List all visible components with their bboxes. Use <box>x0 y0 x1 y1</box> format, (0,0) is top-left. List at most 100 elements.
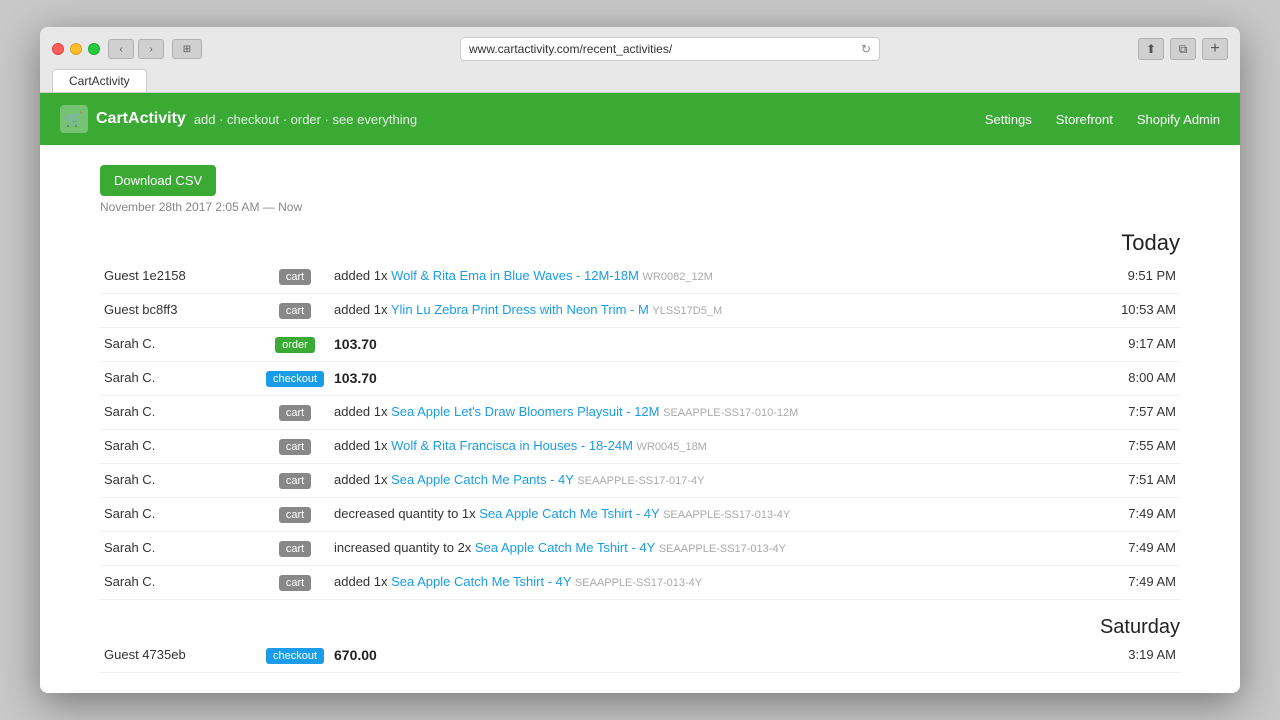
time-cell: 8:00 AM <box>1100 362 1180 396</box>
date-range: November 28th 2017 2:05 AM — Now <box>100 200 1180 214</box>
download-csv-button[interactable]: Download CSV <box>100 165 216 196</box>
time-cell: 7:51 AM <box>1100 464 1180 498</box>
forward-button[interactable]: › <box>138 39 164 59</box>
user-cell[interactable]: Sarah C. <box>100 566 260 600</box>
badge-cell: cart <box>260 566 330 600</box>
amount-value: 670.00 <box>334 647 377 663</box>
activity-badge: cart <box>279 439 311 455</box>
activity-badge: cart <box>279 507 311 523</box>
nav-shopify-admin[interactable]: Shopify Admin <box>1137 112 1220 127</box>
traffic-lights <box>52 43 100 55</box>
nav-storefront[interactable]: Storefront <box>1056 112 1113 127</box>
product-link[interactable]: Sea Apple Catch Me Pants - 4Y <box>391 472 574 487</box>
product-link[interactable]: Sea Apple Catch Me Tshirt - 4Y <box>391 574 571 589</box>
back-button[interactable]: ‹ <box>108 39 134 59</box>
time-cell: 7:55 AM <box>1100 430 1180 464</box>
share-button[interactable]: ⬆ <box>1138 38 1164 60</box>
user-cell[interactable]: Guest 4735eb <box>100 639 260 673</box>
time-cell: 7:49 AM <box>1100 498 1180 532</box>
activity-badge: cart <box>279 473 311 489</box>
product-link[interactable]: Wolf & Rita Francisca in Houses - 18-24M <box>391 438 633 453</box>
url-text: www.cartactivity.com/recent_activities/ <box>469 42 672 56</box>
tab-switcher-button[interactable]: ⊞ <box>172 39 202 59</box>
action-cell: 103.70 <box>330 362 1100 396</box>
table-row: Guest 4735eb checkout 670.00 3:19 AM <box>100 639 1180 673</box>
user-cell[interactable]: Sarah C. <box>100 396 260 430</box>
product-link[interactable]: Sea Apple Let's Draw Bloomers Playsuit -… <box>391 404 659 419</box>
activity-badge: cart <box>279 541 311 557</box>
activity-badge: checkout <box>266 648 324 664</box>
action-cell: added 1x Sea Apple Catch Me Pants - 4Y S… <box>330 464 1100 498</box>
action-text: increased quantity to 2x <box>334 540 475 555</box>
sku-text: SEAAPPLE-SS17-013-4Y <box>575 577 702 589</box>
table-row: Sarah C. cart decreased quantity to 1x Sea… <box>100 498 1180 532</box>
sku-text: SEAAPPLE-SS17-010-12M <box>663 407 798 419</box>
user-cell[interactable]: Sarah C. <box>100 498 260 532</box>
action-cell: increased quantity to 2x Sea Apple Catch… <box>330 532 1100 566</box>
reload-icon[interactable]: ↻ <box>861 42 871 56</box>
activity-badge: cart <box>279 303 311 319</box>
sku-text: SEAAPPLE-SS17-017-4Y <box>577 475 704 487</box>
action-cell: 103.70 <box>330 328 1100 362</box>
user-cell[interactable]: Guest bc8ff3 <box>100 294 260 328</box>
amount-value: 103.70 <box>334 336 377 352</box>
section-header-saturday: Saturday <box>100 608 1180 639</box>
sku-text: YLSS17D5_M <box>652 305 722 317</box>
app-nav: Settings Storefront Shopify Admin <box>985 112 1220 127</box>
action-cell: added 1x Wolf & Rita Francisca in Houses… <box>330 430 1100 464</box>
product-link[interactable]: Sea Apple Catch Me Tshirt - 4Y <box>475 540 655 555</box>
table-row: Sarah C. order 103.70 9:17 AM <box>100 328 1180 362</box>
user-cell[interactable]: Sarah C. <box>100 430 260 464</box>
user-cell[interactable]: Sarah C. <box>100 362 260 396</box>
amount-value: 103.70 <box>334 370 377 386</box>
user-cell[interactable]: Guest 1e2158 <box>100 260 260 294</box>
badge-cell: cart <box>260 260 330 294</box>
table-row: Sarah C. cart added 1x Sea Apple Catch Me … <box>100 566 1180 600</box>
table-row: Guest bc8ff3 cart added 1x Ylin Lu Zebra P… <box>100 294 1180 328</box>
badge-cell: order <box>260 328 330 362</box>
time-cell: 3:19 AM <box>1100 639 1180 673</box>
tab-label: CartActivity <box>69 74 130 88</box>
minimize-button[interactable] <box>70 43 82 55</box>
activity-badge: checkout <box>266 371 324 387</box>
product-link[interactable]: Sea Apple Catch Me Tshirt - 4Y <box>479 506 659 521</box>
nav-settings[interactable]: Settings <box>985 112 1032 127</box>
active-tab[interactable]: CartActivity <box>52 69 147 92</box>
close-button[interactable] <box>52 43 64 55</box>
badge-cell: checkout <box>260 362 330 396</box>
address-bar[interactable]: www.cartactivity.com/recent_activities/ … <box>460 37 880 61</box>
action-text: decreased quantity to 1x <box>334 506 479 521</box>
time-cell: 7:49 AM <box>1100 532 1180 566</box>
user-cell[interactable]: Sarah C. <box>100 532 260 566</box>
action-text: added 1x <box>334 574 391 589</box>
app-tagline: add · checkout · order · see everything <box>194 112 417 127</box>
activity-table-today: Guest 1e2158cartadded 1x Wolf & Rita Ema… <box>100 260 1180 600</box>
app-content: Download CSV November 28th 2017 2:05 AM … <box>40 145 1240 693</box>
sku-text: SEAAPPLE-SS17-013-4Y <box>663 509 790 521</box>
product-link[interactable]: Wolf & Rita Ema in Blue Waves - 12M-18M <box>391 268 639 283</box>
action-text: added 1x <box>334 302 391 317</box>
user-cell[interactable]: Sarah C. <box>100 328 260 362</box>
add-tab-button[interactable]: + <box>1202 38 1228 60</box>
time-cell: 7:57 AM <box>1100 396 1180 430</box>
app-header: 🛒 CartActivity add · checkout · order · … <box>40 93 1240 145</box>
badge-cell: cart <box>260 532 330 566</box>
maximize-button[interactable] <box>88 43 100 55</box>
activity-badge: cart <box>279 575 311 591</box>
activity-badge: order <box>275 337 315 353</box>
product-link[interactable]: Ylin Lu Zebra Print Dress with Neon Trim… <box>391 302 649 317</box>
user-cell[interactable]: Sarah C. <box>100 464 260 498</box>
time-cell: 10:53 AM <box>1100 294 1180 328</box>
activity-table-saturday: Guest 4735eb checkout 670.00 3:19 AM <box>100 639 1180 673</box>
badge-cell: cart <box>260 294 330 328</box>
action-cell: added 1x Ylin Lu Zebra Print Dress with … <box>330 294 1100 328</box>
action-text: added 1x <box>334 268 391 283</box>
sku-text: SEAAPPLE-SS17-013-4Y <box>659 543 786 555</box>
new-tab-tile-button[interactable]: ⧉ <box>1170 38 1196 60</box>
time-cell: 9:51 PM <box>1100 260 1180 294</box>
action-cell: decreased quantity to 1x Sea Apple Catch… <box>330 498 1100 532</box>
time-cell: 9:17 AM <box>1100 328 1180 362</box>
table-row: Sarah C. cart added 1x Wolf & Rita Francis… <box>100 430 1180 464</box>
badge-cell: checkout <box>260 639 330 673</box>
sku-text: WR0045_18M <box>637 441 707 453</box>
